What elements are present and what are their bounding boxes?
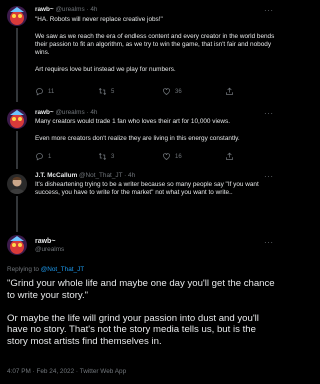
share-button[interactable] <box>225 87 234 96</box>
avatar[interactable] <box>7 174 27 194</box>
timestamp[interactable]: · 4h <box>86 109 97 116</box>
tweet-text: Art requires love but instead we play fo… <box>35 65 176 73</box>
reply-button[interactable]: 11 <box>35 87 54 96</box>
reply-count: 1 <box>48 153 52 160</box>
user-handle[interactable]: @urealms <box>55 109 84 116</box>
reply-count: 11 <box>48 88 55 95</box>
replying-to: Replying to @Not_That_JT <box>7 266 84 274</box>
avatar[interactable] <box>7 6 27 26</box>
avatar[interactable] <box>7 235 27 255</box>
tweet-text: Or maybe the life will grind your passio… <box>7 312 259 347</box>
like-button[interactable]: 36 <box>162 87 182 96</box>
like-button[interactable]: 16 <box>162 152 182 161</box>
tweet-text: "HA. Robots will never replace creative … <box>35 16 163 23</box>
tweet-body: It's disheartening trying to be a writer… <box>35 181 275 198</box>
retweet-count: 3 <box>111 153 115 160</box>
tweet-actions: 11 5 36 <box>35 87 275 97</box>
reply-button[interactable]: 1 <box>35 152 51 161</box>
timestamp[interactable]: · 4h <box>86 6 97 13</box>
thread-line <box>16 131 18 169</box>
tweet-header: rawb~ @urealms · 4h <box>35 6 97 14</box>
tweet-text: "Grind your whole life and maybe one day… <box>7 278 275 301</box>
more-options-icon[interactable]: ··· <box>264 110 274 118</box>
share-button[interactable] <box>225 152 234 161</box>
reply-handle-link[interactable]: @Not_That_JT <box>41 266 84 273</box>
more-options-icon[interactable]: ··· <box>264 173 274 181</box>
more-options-icon[interactable]: ··· <box>264 7 274 15</box>
tweet-meta[interactable]: 4:07 PM · Feb 24, 2022 · Twitter Web App <box>7 368 126 376</box>
reply-icon <box>36 88 43 96</box>
heart-icon <box>163 88 170 95</box>
retweet-icon <box>98 152 107 161</box>
retweet-icon <box>98 87 107 96</box>
like-count: 36 <box>175 88 182 95</box>
heart-icon <box>163 153 170 160</box>
main-tweet-body: "Grind your whole life and maybe one day… <box>7 278 277 348</box>
more-options-icon[interactable]: ··· <box>264 239 274 247</box>
tweet-text: Many creators would trade 1 fan who love… <box>35 118 231 125</box>
tweet-body: "HA. Robots will never replace creative … <box>35 16 275 74</box>
avatar[interactable] <box>7 109 27 129</box>
tweet-actions: 1 3 16 <box>35 152 275 162</box>
user-handle[interactable]: @urealms <box>35 246 64 254</box>
user-handle[interactable]: @Not_That_JT <box>79 172 122 179</box>
display-name[interactable]: J.T. McCallum <box>35 172 77 179</box>
tweet-text: It's disheartening trying to be a writer… <box>35 181 259 197</box>
like-count: 16 <box>175 153 182 160</box>
thread-line <box>16 196 18 232</box>
share-icon <box>226 152 233 160</box>
retweet-count: 5 <box>111 88 115 95</box>
retweet-button[interactable]: 3 <box>98 152 114 161</box>
user-handle[interactable]: @urealms <box>55 6 84 13</box>
tweet-text: We saw as we reach the era of endless co… <box>35 32 275 57</box>
share-icon <box>226 87 233 95</box>
retweet-button[interactable]: 5 <box>98 87 114 96</box>
thread-line <box>16 28 18 102</box>
display-name[interactable]: rawb~ <box>35 6 54 13</box>
tweet-text: Even more creators don't realize they ar… <box>35 134 240 142</box>
reply-icon <box>36 153 43 161</box>
tweet-header: rawb~ @urealms · 4h <box>35 109 97 117</box>
display-name[interactable]: rawb~ <box>35 237 55 246</box>
timestamp[interactable]: · 4h <box>124 172 135 179</box>
display-name[interactable]: rawb~ <box>35 109 54 116</box>
tweet-body: Many creators would trade 1 fan who love… <box>35 118 275 143</box>
tweet-header: J.T. McCallum @Not_That_JT · 4h <box>35 172 135 180</box>
replying-to-label: Replying to <box>7 266 39 273</box>
